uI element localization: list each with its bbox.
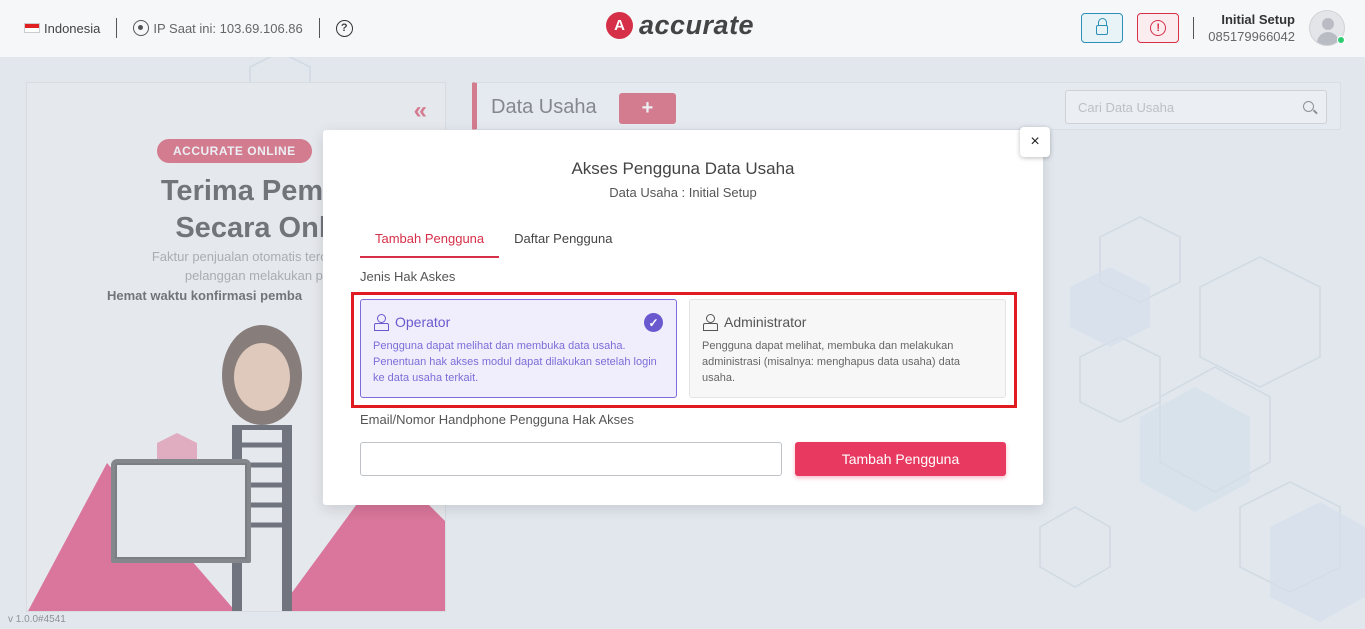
- check-icon: ✓: [644, 313, 663, 332]
- option-operator-description: Pengguna dapat melihat dan membuka data …: [373, 340, 657, 384]
- close-button[interactable]: ×: [1020, 127, 1050, 157]
- lock-button[interactable]: [1081, 13, 1124, 43]
- email-label: Email/Nomor Handphone Pengguna Hak Akses: [360, 412, 634, 427]
- tab-daftar-pengguna[interactable]: Daftar Pengguna: [499, 230, 627, 258]
- brand-name: accurate: [639, 10, 755, 40]
- option-operator-header: Operator: [373, 314, 664, 331]
- option-operator-title: Operator: [395, 314, 451, 330]
- add-user-button[interactable]: Tambah Pengguna: [795, 442, 1006, 476]
- alert-icon: !: [1150, 20, 1167, 36]
- online-status-indicator: [1337, 36, 1345, 44]
- indonesia-flag-icon: [24, 23, 40, 33]
- divider: [116, 18, 118, 38]
- user-icon: [702, 314, 718, 331]
- tab-tambah-pengguna[interactable]: Tambah Pengguna: [360, 230, 500, 258]
- option-administrator-title: Administrator: [724, 314, 807, 330]
- accurate-logo-icon: A: [606, 12, 633, 39]
- dialog-tabs: Tambah Pengguna Daftar Pengguna: [360, 230, 627, 258]
- option-operator[interactable]: Operator Pengguna dapat melihat dan memb…: [360, 299, 677, 398]
- help-icon[interactable]: ?: [335, 19, 353, 37]
- top-bar: Indonesia IP Saat ini: 103.69.106.86 ? A…: [0, 0, 1365, 57]
- divider: [1193, 17, 1195, 39]
- language-selector[interactable]: Indonesia: [24, 21, 100, 36]
- option-administrator[interactable]: Administrator Pengguna dapat melihat, me…: [689, 299, 1006, 398]
- alert-button[interactable]: !: [1137, 13, 1180, 43]
- brand-logo[interactable]: A accurate: [606, 10, 754, 41]
- access-type-label: Jenis Hak Askes: [360, 269, 456, 284]
- ip-label: IP Saat ini: 103.69.106.86: [153, 20, 303, 36]
- option-administrator-header: Administrator: [702, 314, 993, 331]
- country-label: Indonesia: [44, 20, 101, 36]
- email-field[interactable]: [360, 442, 782, 476]
- user-phone: 085179966042: [1208, 29, 1295, 44]
- user-icon: [373, 314, 389, 331]
- user-name: Initial Setup: [1221, 12, 1295, 27]
- lock-icon: [1096, 18, 1109, 35]
- top-bar-left: Indonesia IP Saat ini: 103.69.106.86 ?: [24, 18, 353, 38]
- divider: [318, 18, 320, 38]
- user-info[interactable]: Initial Setup 085179966042: [1208, 11, 1295, 45]
- dialog-title: Akses Pengguna Data Usaha: [571, 159, 795, 178]
- access-dialog: × Akses Pengguna Data Usaha Data Usaha :…: [323, 127, 1050, 505]
- dialog-subtitle: Data Usaha : Initial Setup: [609, 185, 757, 200]
- top-bar-right: ! Initial Setup 085179966042: [1081, 10, 1345, 46]
- ip-info: IP Saat ini: 103.69.106.86: [133, 20, 303, 36]
- location-icon: [133, 20, 150, 36]
- option-administrator-description: Pengguna dapat melihat, membuka dan mela…: [702, 340, 961, 384]
